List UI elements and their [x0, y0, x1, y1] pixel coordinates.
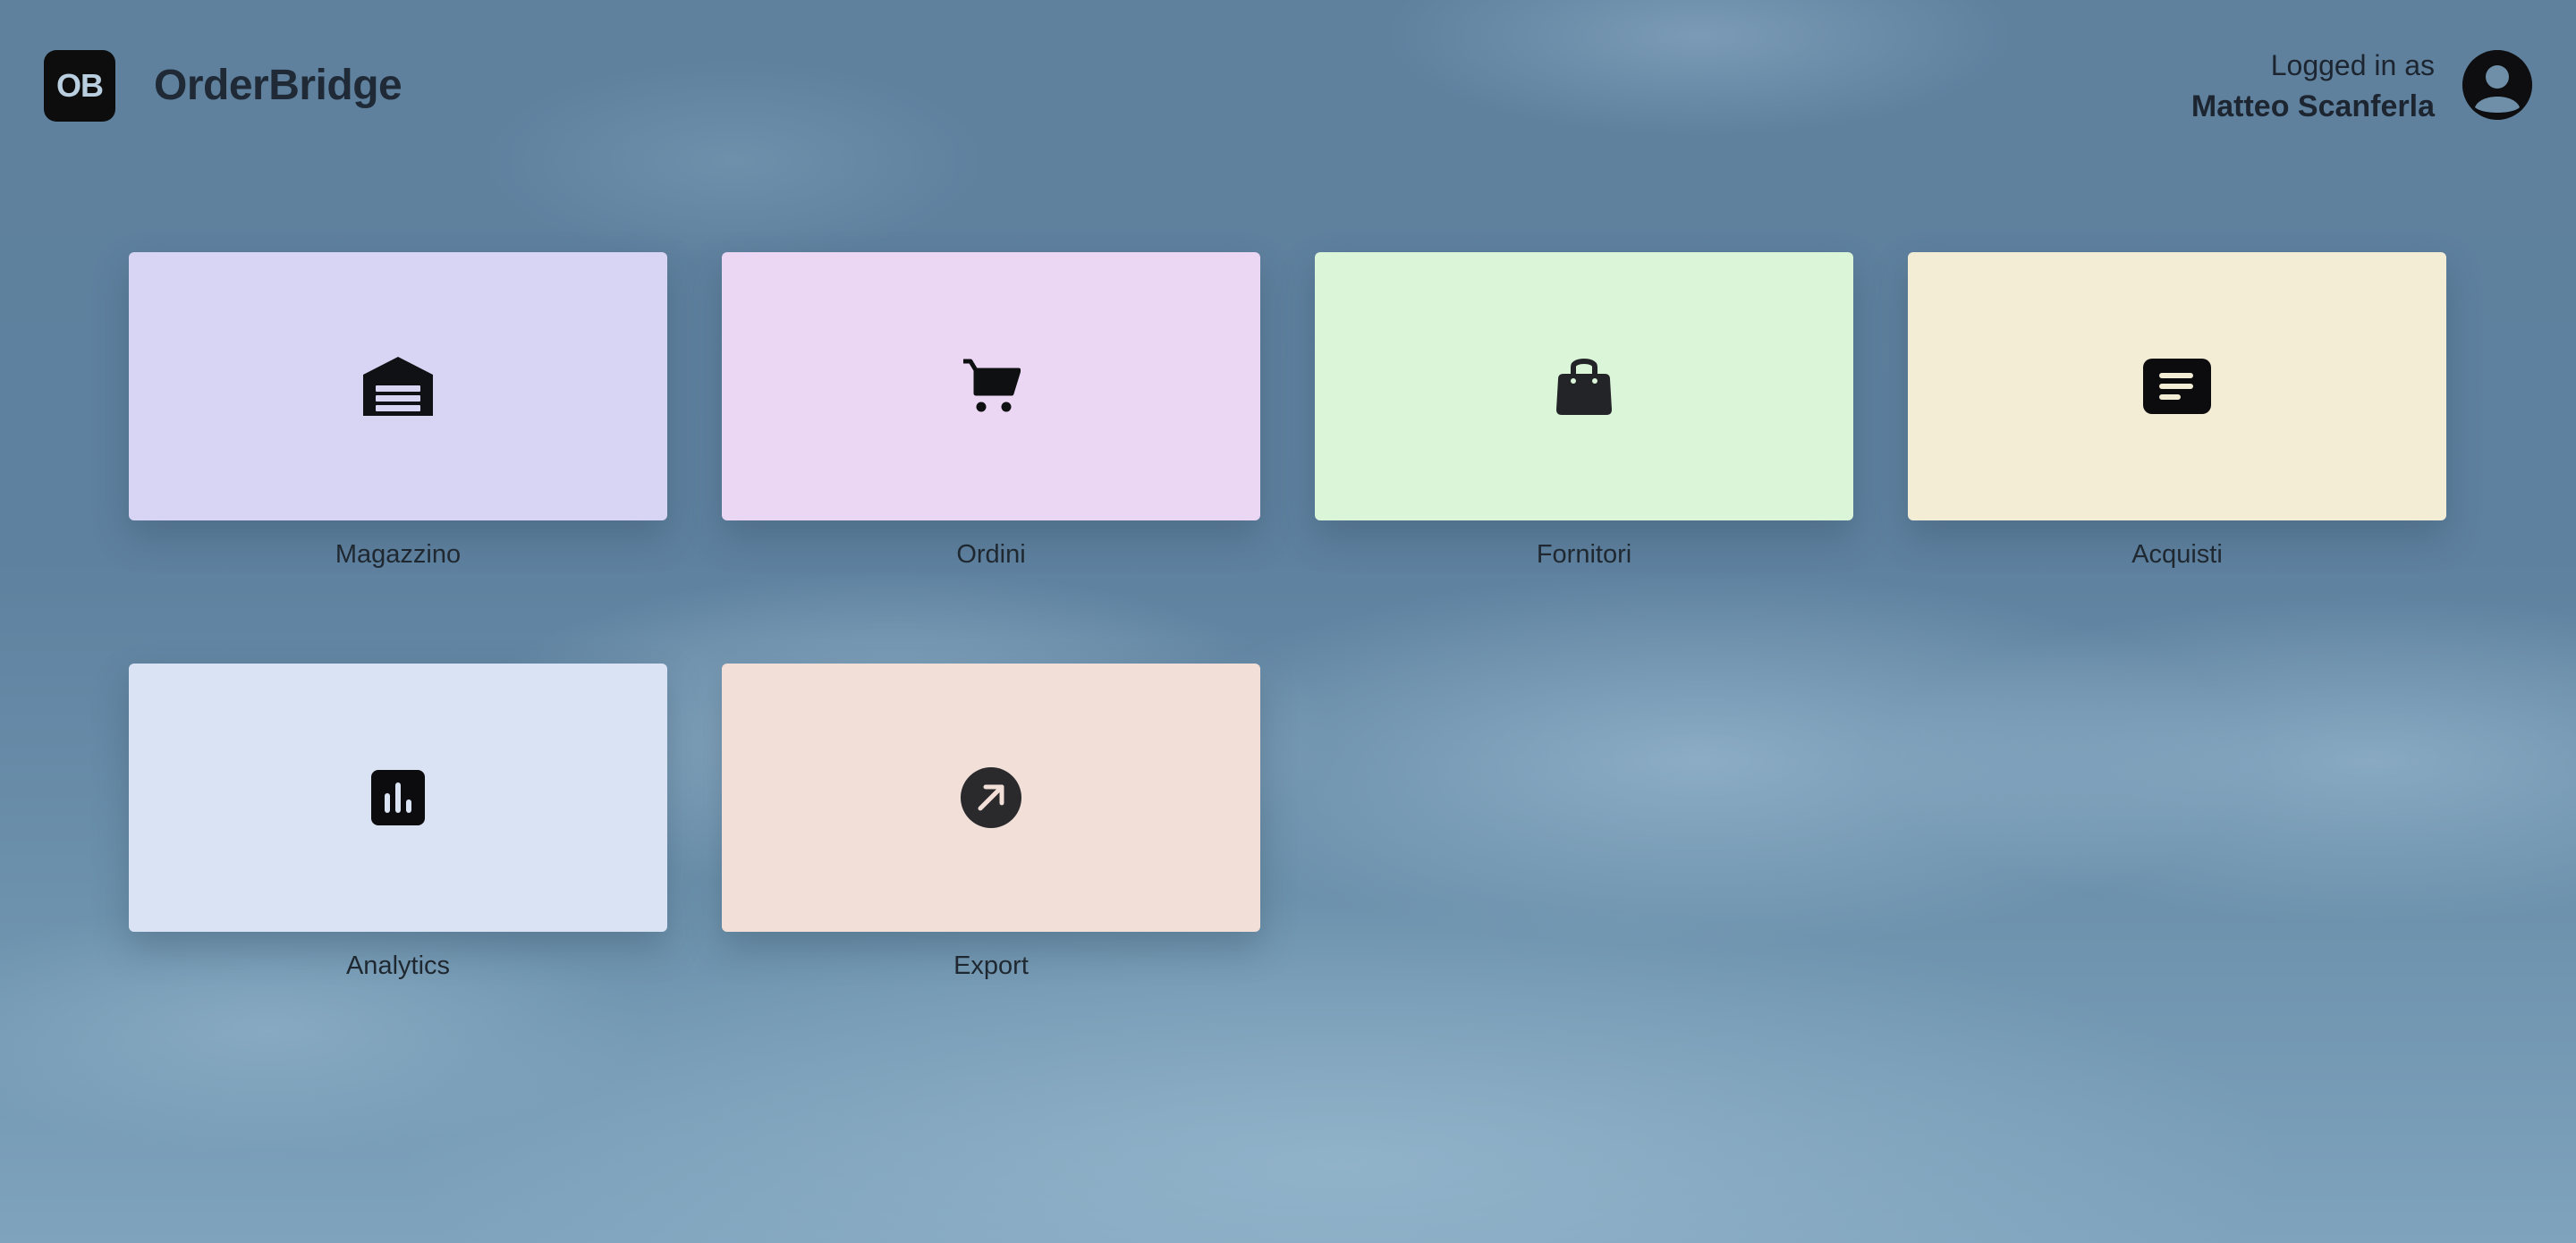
user-name: Matteo Scanferla [2190, 89, 2435, 123]
tile-label-fornitori[interactable]: Fornitori [1315, 537, 1853, 572]
tile-label-ordini[interactable]: Ordini [722, 537, 1260, 572]
shopping-bag-icon [1555, 356, 1614, 417]
tile-export[interactable] [722, 664, 1260, 932]
logged-in-caption: Logged in as [2270, 49, 2435, 81]
tile-label-analytics[interactable]: Analytics [129, 948, 667, 984]
user-info: Logged in as Matteo Scanferla [2191, 45, 2435, 127]
tile-magazzino[interactable] [129, 252, 667, 520]
arrow-up-right-circle-icon [961, 767, 1021, 828]
tile-ordini[interactable] [722, 252, 1260, 520]
tile-acquisti[interactable] [1908, 252, 2446, 520]
tile-label-acquisti[interactable]: Acquisti [1908, 537, 2446, 572]
shopping-cart-icon [962, 358, 1021, 415]
tile-label-magazzino[interactable]: Magazzino [129, 537, 667, 572]
tile-fornitori[interactable] [1315, 252, 1853, 520]
receipt-icon [2143, 359, 2211, 414]
user-avatar-icon[interactable] [2462, 50, 2532, 120]
app-title: OrderBridge [154, 62, 402, 109]
warehouse-icon [361, 357, 435, 416]
app-logo[interactable]: OB [44, 50, 115, 122]
tile-analytics[interactable] [129, 664, 667, 932]
bar-chart-icon [371, 770, 425, 825]
tile-label-export[interactable]: Export [722, 948, 1260, 984]
